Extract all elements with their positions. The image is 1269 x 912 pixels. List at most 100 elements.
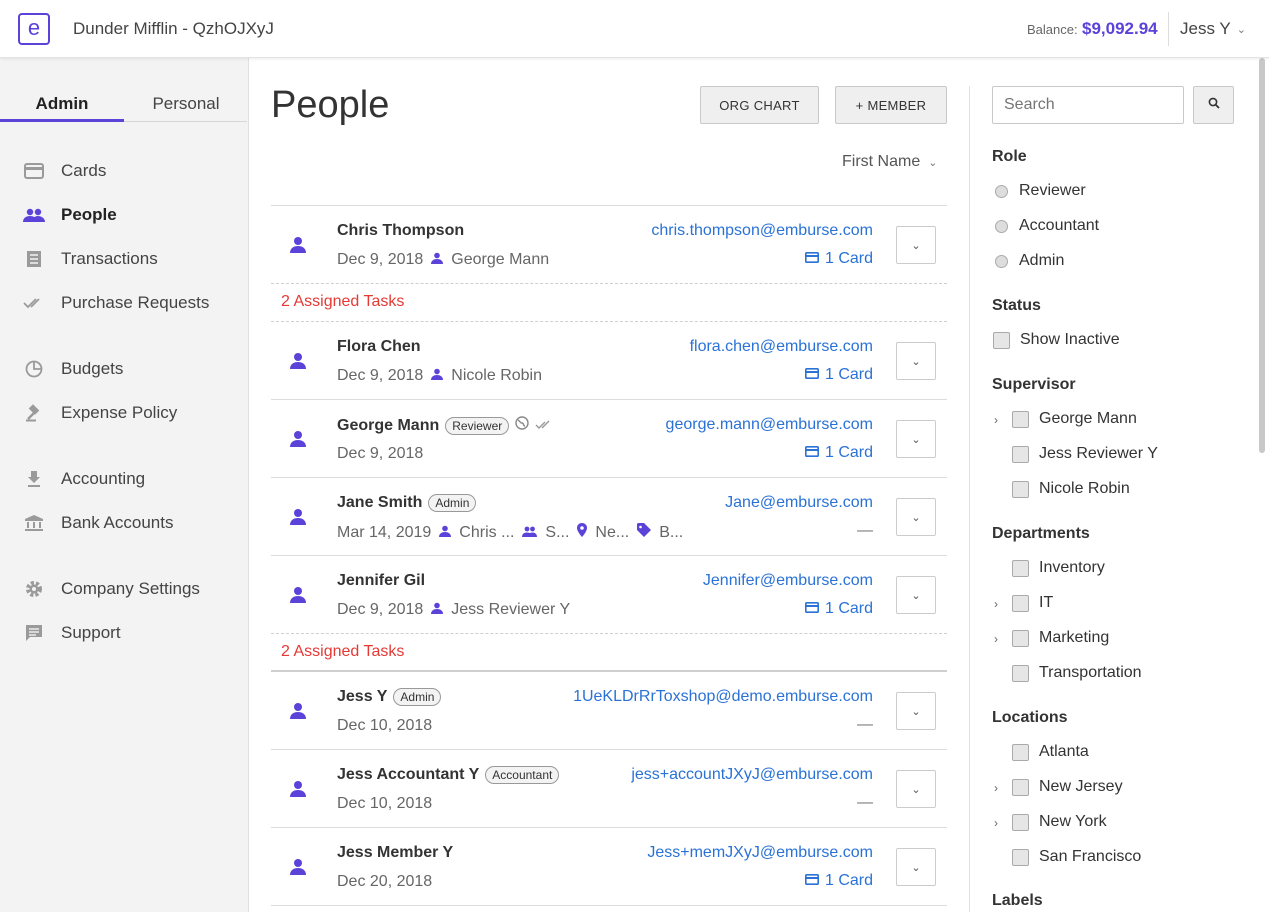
gear-icon	[22, 579, 46, 599]
sidebar-item-purchase-requests[interactable]: Purchase Requests	[22, 291, 209, 315]
department-filter-it[interactable]: IT	[1012, 594, 1053, 612]
row-actions-button[interactable]: ⌄	[896, 770, 936, 808]
sidebar-item-label: Budgets	[61, 359, 124, 378]
person-email[interactable]: Jane@emburse.com	[725, 494, 873, 512]
person-email[interactable]: jess+accountJXyJ@emburse.com	[631, 766, 873, 784]
location-filter-san-francisco[interactable]: San Francisco	[1012, 848, 1141, 866]
person-email[interactable]: 1UeKLDrRrToxshop@demo.emburse.com	[573, 688, 873, 706]
row-actions-button[interactable]: ⌄	[896, 226, 936, 264]
chevron-right-icon[interactable]: ›	[994, 597, 998, 611]
person-email[interactable]: Jennifer@emburse.com	[703, 572, 873, 590]
person-icon	[289, 508, 307, 531]
tab-admin[interactable]: Admin	[0, 88, 124, 122]
tab-personal[interactable]: Personal	[124, 88, 248, 122]
company-name: Dunder Mifflin - QzhOJXyJ	[73, 19, 274, 38]
scrollbar-thumb[interactable]	[1259, 58, 1265, 453]
supervisor-icon	[431, 367, 444, 385]
chevron-right-icon[interactable]: ›	[994, 413, 998, 427]
location-filter-new-jersey[interactable]: New Jersey	[1012, 778, 1123, 796]
checkbox[interactable]	[1012, 813, 1029, 831]
checkbox[interactable]	[993, 331, 1010, 349]
user-menu[interactable]: Jess Y ⌄	[1180, 19, 1246, 39]
checkbox[interactable]	[1012, 559, 1029, 577]
emburse-logo[interactable]: e	[18, 13, 50, 45]
checkbox[interactable]	[1012, 594, 1029, 612]
sidebar-item-transactions[interactable]: Transactions	[22, 247, 158, 271]
supervisor-filter-jess-reviewer-y[interactable]: Jess Reviewer Y	[1012, 445, 1158, 463]
checkbox[interactable]	[1012, 410, 1029, 428]
person-date: Dec 10, 2018	[337, 795, 433, 812]
radio-button[interactable]	[995, 254, 1008, 268]
person-cards-link[interactable]: 1 Card	[804, 600, 873, 618]
person-cards-link[interactable]: 1 Card	[804, 366, 873, 384]
radio-button[interactable]	[995, 219, 1008, 233]
search-input[interactable]	[992, 86, 1184, 124]
show-inactive-checkbox[interactable]: Show Inactive	[993, 331, 1120, 349]
supervisor-filter-nicole-robin[interactable]: Nicole Robin	[1012, 480, 1130, 498]
radio-button[interactable]	[995, 184, 1008, 198]
role-radio-reviewer[interactable]: Reviewer	[995, 182, 1086, 200]
person-row[interactable]: Jennifer Gil Dec 9, 2018 Jess Reviewer Y…	[271, 556, 947, 634]
person-row[interactable]: George Mann Reviewer Dec 9, 2018 george.…	[271, 400, 947, 478]
sidebar-item-label: People	[61, 205, 117, 224]
assigned-tasks-banner[interactable]: 2 Assigned Tasks	[271, 634, 947, 672]
row-actions-button[interactable]: ⌄	[896, 342, 936, 380]
department-filter-transportation[interactable]: Transportation	[1012, 664, 1142, 682]
person-row[interactable]: Flora Chen Dec 9, 2018 Nicole Robin flor…	[271, 322, 947, 400]
sidebar-item-company-settings[interactable]: Company Settings	[22, 577, 200, 601]
person-email[interactable]: flora.chen@emburse.com	[690, 338, 873, 356]
chevron-right-icon[interactable]: ›	[994, 632, 998, 646]
role-radio-admin[interactable]: Admin	[995, 252, 1064, 270]
person-email[interactable]: george.mann@emburse.com	[666, 416, 873, 434]
supervisor-filter-george-mann[interactable]: George Mann	[1012, 410, 1137, 428]
chevron-right-icon[interactable]: ›	[994, 816, 998, 830]
person-cards-link[interactable]: 1 Card	[804, 444, 873, 462]
chevron-down-icon: ⌄	[911, 783, 921, 796]
row-actions-button[interactable]: ⌄	[896, 498, 936, 536]
row-actions-button[interactable]: ⌄	[896, 420, 936, 458]
sidebar-item-accounting[interactable]: Accounting	[22, 467, 145, 491]
person-meta: Dec 20, 2018	[337, 873, 432, 891]
person-row[interactable]: Jess Accountant Y Accountant Dec 10, 201…	[271, 750, 947, 828]
checkbox[interactable]	[1012, 480, 1029, 498]
add-member-button[interactable]: + MEMBER	[835, 86, 947, 124]
checkbox-label: Show Inactive	[1020, 331, 1120, 348]
checkbox[interactable]	[1012, 743, 1029, 761]
chevron-right-icon[interactable]: ›	[994, 781, 998, 795]
assigned-tasks-banner[interactable]: 2 Assigned Tasks	[271, 284, 947, 322]
checkbox[interactable]	[1012, 778, 1029, 796]
person-row[interactable]: Jess Y Admin Dec 10, 2018 1UeKLDrRrToxsh…	[271, 672, 947, 750]
checkbox[interactable]	[1012, 848, 1029, 866]
checkbox[interactable]	[1012, 664, 1029, 682]
row-actions-button[interactable]: ⌄	[896, 576, 936, 614]
person-email[interactable]: chris.thompson@emburse.com	[651, 222, 873, 240]
person-supervisor: Chris ...	[459, 523, 515, 541]
role-option-label: Accountant	[1019, 217, 1100, 234]
person-cards-link[interactable]: 1 Card	[804, 250, 873, 268]
person-row[interactable]: Chris Thompson Dec 9, 2018 George Mann c…	[271, 206, 947, 284]
person-cards-link[interactable]: 1 Card	[804, 872, 873, 890]
role-radio-accountant[interactable]: Accountant	[995, 217, 1099, 235]
org-chart-button[interactable]: ORG CHART	[700, 86, 819, 124]
location-filter-new-york[interactable]: New York	[1012, 813, 1107, 831]
sidebar-item-bank-accounts[interactable]: Bank Accounts	[22, 511, 173, 535]
sidebar-item-budgets[interactable]: Budgets	[22, 357, 123, 381]
sidebar-item-support[interactable]: Support	[22, 621, 121, 645]
person-row[interactable]: Jess Member Y Dec 20, 2018 Jess+memJXyJ@…	[271, 828, 947, 906]
sidebar-item-cards[interactable]: Cards	[22, 159, 106, 183]
person-row[interactable]: Jane Smith Admin Mar 14, 2019 Chris ... …	[271, 478, 947, 556]
department-filter-marketing[interactable]: Marketing	[1012, 629, 1109, 647]
row-actions-button[interactable]: ⌄	[896, 848, 936, 886]
department-filter-inventory[interactable]: Inventory	[1012, 559, 1105, 577]
sidebar-item-expense-policy[interactable]: Expense Policy	[22, 401, 177, 425]
checkbox[interactable]	[1012, 629, 1029, 647]
row-actions-button[interactable]: ⌄	[896, 692, 936, 730]
checkbox[interactable]	[1012, 445, 1029, 463]
person-cards: 1 Card	[824, 366, 873, 383]
sidebar-item-people[interactable]: People	[22, 203, 117, 227]
search-button[interactable]	[1193, 86, 1234, 124]
location-filter-atlanta[interactable]: Atlanta	[1012, 743, 1089, 761]
sort-dropdown[interactable]: First Name ⌄	[842, 153, 937, 171]
page-scrollbar[interactable]	[1257, 58, 1267, 458]
person-email[interactable]: Jess+memJXyJ@emburse.com	[647, 844, 873, 862]
